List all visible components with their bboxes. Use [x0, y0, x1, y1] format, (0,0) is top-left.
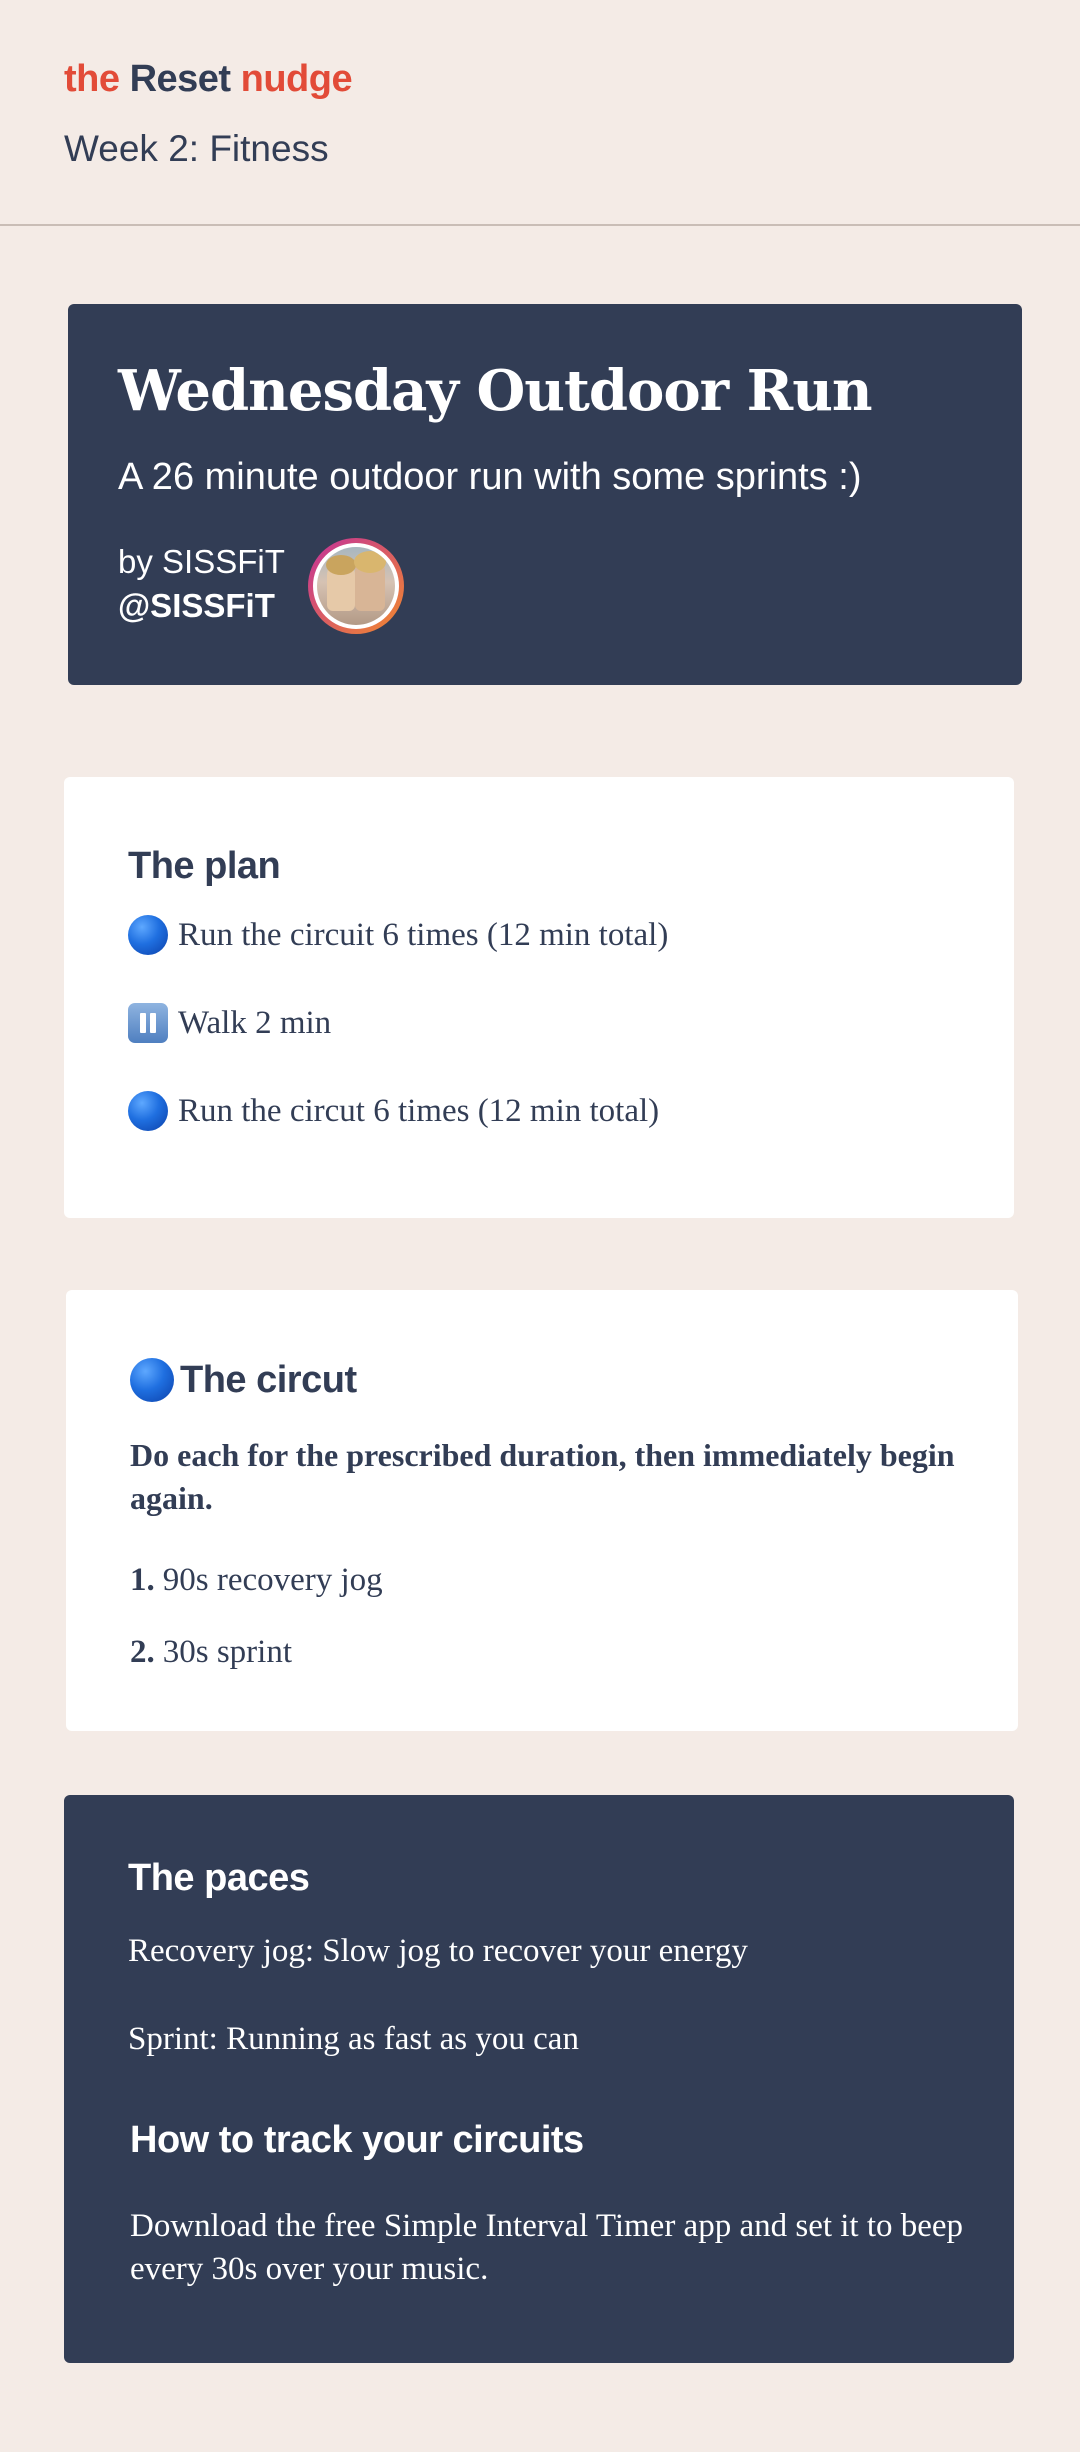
author-avatar[interactable]: [308, 538, 404, 634]
brand-nudge: nudge: [240, 58, 353, 100]
blue-circle-icon: [128, 1091, 168, 1131]
pace-line: Recovery jog: Slow jog to recover your e…: [128, 1933, 748, 1969]
plan-item: Walk 2 min: [128, 1003, 331, 1043]
track-description: Download the free Simple Interval Timer …: [130, 2208, 964, 2287]
step-number: 1.: [130, 1562, 155, 1598]
plan-item-text: Run the circuit 6 times (12 min total): [178, 916, 669, 953]
workout-hero-card: Wednesday Outdoor Run A 26 minute outdoo…: [68, 304, 1022, 685]
pace-line: Sprint: Running as fast as you can: [128, 2021, 579, 2057]
track-title: How to track your circuits: [130, 2119, 584, 2161]
circuit-title: The circut: [180, 1358, 357, 1401]
plan-card: The plan Run the circuit 6 times (12 min…: [64, 777, 1014, 1218]
plan-item: Run the circut 6 times (12 min total): [128, 1091, 659, 1131]
circuit-card: The circut Do each for the prescribed du…: [66, 1290, 1018, 1731]
brand-logo[interactable]: the Reset nudge: [64, 58, 353, 101]
week-label: Week 2: Fitness: [64, 128, 329, 169]
blue-circle-icon: [130, 1358, 174, 1402]
plan-item: Run the circuit 6 times (12 min total): [128, 915, 668, 955]
avatar-photo: [317, 547, 395, 625]
brand-reset: Reset: [129, 58, 232, 100]
author-info: by SISSFiT @SISSFiT: [118, 540, 285, 628]
circuit-step: 2. 30s sprint: [130, 1634, 292, 1671]
blue-circle-icon: [128, 915, 168, 955]
plan-item-text: Run the circut 6 times (12 min total): [178, 1092, 660, 1129]
paces-card: The paces Recovery jog: Slow jog to reco…: [64, 1795, 1014, 2363]
workout-subtitle: A 26 minute outdoor run with some sprint…: [118, 456, 862, 498]
author-handle[interactable]: @SISSFiT: [118, 584, 285, 628]
author-by-line: by SISSFiT: [118, 543, 285, 580]
plan-item-text: Walk 2 min: [178, 1004, 332, 1041]
circuit-step: 1. 90s recovery jog: [130, 1562, 383, 1599]
circuit-description: Do each for the prescribed duration, the…: [130, 1437, 955, 1516]
circuit-title-row: The circut: [130, 1358, 357, 1402]
step-text: 90s recovery jog: [162, 1562, 383, 1598]
page-header: the Reset nudge Week 2: Fitness: [0, 0, 1080, 226]
workout-title: Wednesday Outdoor Run: [118, 358, 873, 424]
pause-button-icon: [128, 1003, 168, 1043]
step-text: 30s sprint: [162, 1634, 293, 1670]
plan-title: The plan: [128, 845, 281, 887]
step-number: 2.: [130, 1634, 155, 1670]
paces-title: The paces: [128, 1857, 310, 1899]
brand-the: the: [64, 58, 120, 100]
